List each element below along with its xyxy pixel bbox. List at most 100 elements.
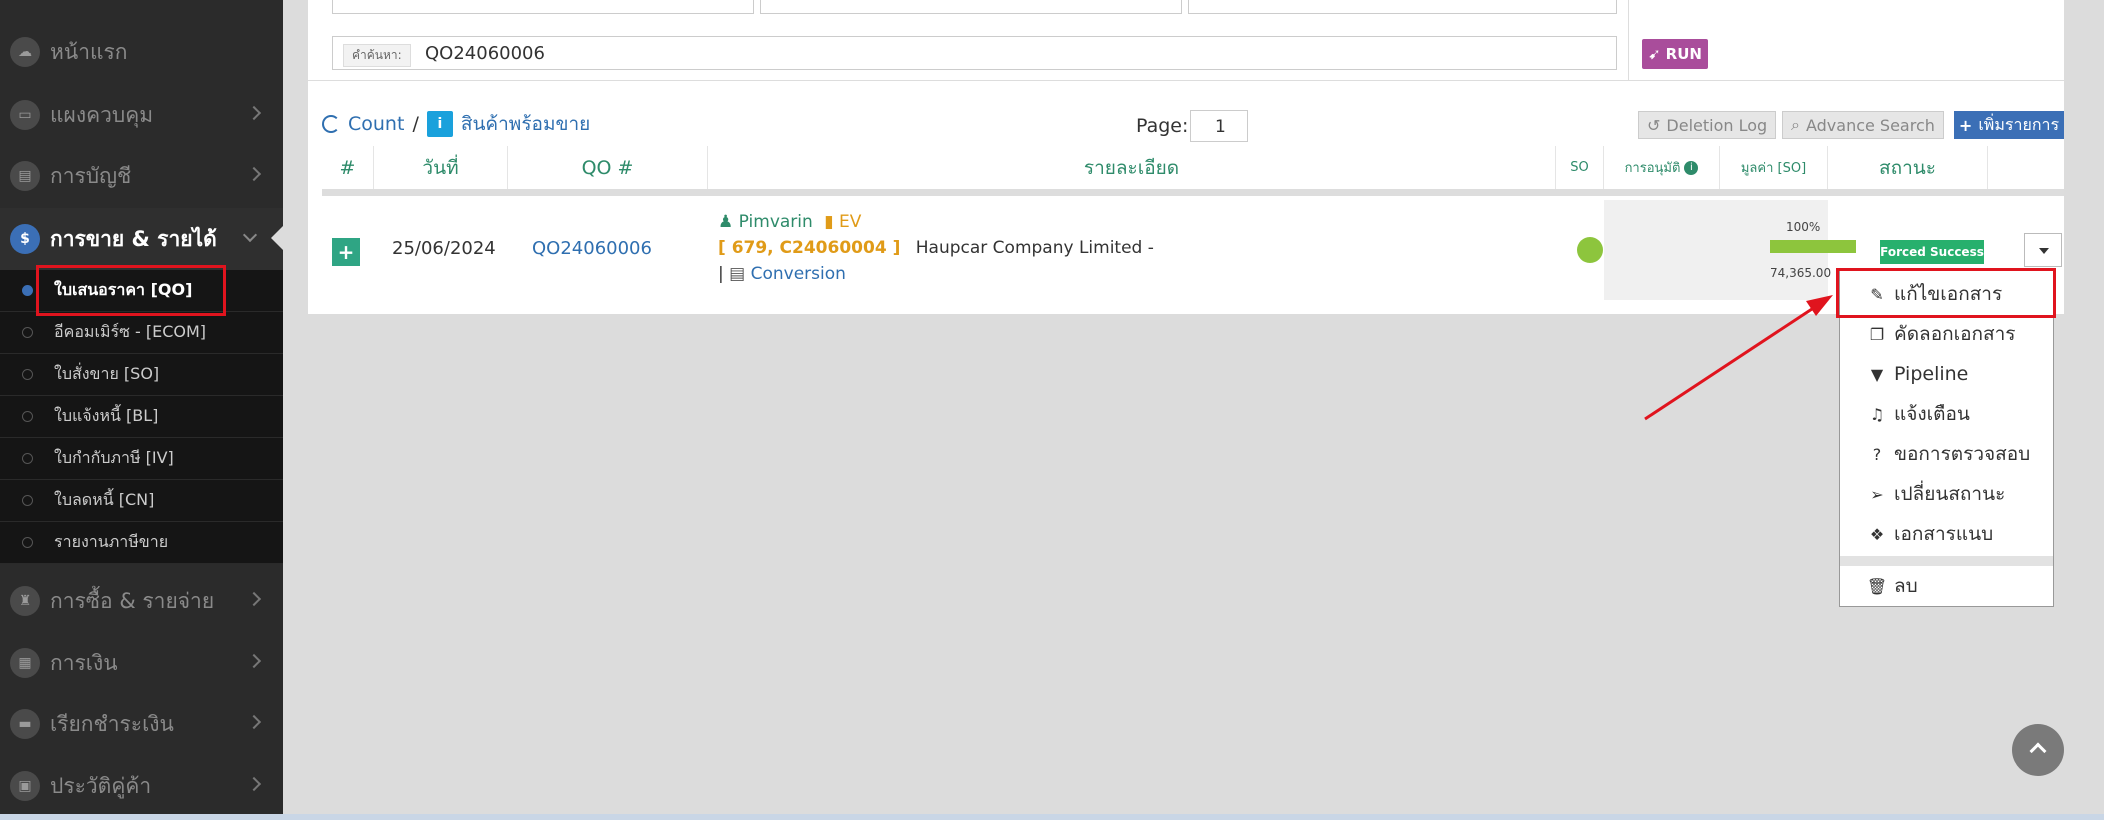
submenu-item-label: ใบสั่งขาย [SO]: [54, 364, 160, 383]
menu-item-attachments[interactable]: ❖ เอกสารแนบ: [1840, 514, 2053, 554]
submenu-item-cn[interactable]: ใบลดหนี้ [CN]: [0, 480, 283, 522]
divider: [1628, 0, 1629, 80]
submenu-item-label: ใบกำกับภาษี [IV]: [54, 448, 174, 467]
submenu-item-label: ใบแจ้งหนี้ [BL]: [54, 406, 159, 425]
menu-item-label: ขอการตรวจสอบ: [1894, 443, 2031, 465]
sidebar-item-billing[interactable]: ▬ เรียกชำระเงิน: [0, 693, 283, 755]
menu-item-label: ลบ: [1894, 575, 1918, 597]
sidebar-item-sales[interactable]: $ การขาย & รายได้: [0, 208, 283, 270]
row-actions-dropdown-button[interactable]: [2024, 233, 2062, 267]
col-header[interactable]: วันที่: [374, 146, 508, 189]
search-input[interactable]: คำค้นหา: QO24060006: [332, 36, 1617, 70]
add-item-button[interactable]: + เพิ่มรายการ: [1954, 111, 2064, 139]
info-icon: i: [426, 111, 453, 137]
bullet-icon: [22, 411, 33, 422]
col-header[interactable]: #: [322, 146, 374, 189]
col-header-label: การอนุมัติ: [1624, 161, 1681, 176]
user-icon: ♟: [718, 212, 734, 232]
bullet-icon: [22, 369, 33, 380]
run-label: RUN: [1665, 45, 1702, 63]
cloud-icon: ☁: [10, 37, 40, 67]
chevron-right-icon: [246, 776, 262, 792]
chevron-right-icon: [246, 653, 262, 669]
bottom-strip: [0, 814, 2104, 820]
submenu-item-label: อีคอมเมิร์ซ - [ECOM]: [54, 322, 207, 341]
sidebar-item-accounting[interactable]: ▤ การบัญชี: [0, 145, 283, 207]
plus-icon: +: [1958, 115, 1973, 135]
submenu-item-so[interactable]: ใบสั่งขาย [SO]: [0, 354, 283, 396]
row-detail: ♟ Pimvarin ▮ EV: [718, 212, 861, 232]
contact-book-icon: ▣: [10, 771, 40, 801]
menu-item-label: เปลี่ยนสถานะ: [1894, 483, 2006, 505]
col-header[interactable]: QO #: [508, 146, 708, 189]
col-header[interactable]: SO: [1556, 146, 1604, 189]
so-status-dot: [1577, 237, 1603, 263]
filter-box[interactable]: [760, 0, 1182, 14]
bullet-icon: [22, 537, 33, 548]
col-header[interactable]: มูลค่า [SO]: [1720, 146, 1828, 189]
sidebar-item-purchases[interactable]: ♜ การซื้อ & รายจ่าย: [0, 570, 283, 632]
chevron-up-icon: [2029, 742, 2047, 760]
submenu-item-ecom[interactable]: อีคอมเมิร์ซ - [ECOM]: [0, 312, 283, 354]
copy-icon: ❐: [1869, 324, 1885, 344]
list-icon: ▤: [729, 264, 746, 284]
page-input[interactable]: 1: [1190, 110, 1248, 142]
count-link[interactable]: Count: [348, 113, 404, 135]
stock-link[interactable]: สินค้าพร้อมขาย: [461, 109, 590, 139]
book-icon: ▤: [10, 161, 40, 191]
menu-item-change-status[interactable]: ➢ เปลี่ยนสถานะ: [1840, 474, 2053, 514]
menu-item-pipeline[interactable]: ▼ Pipeline: [1840, 354, 2053, 394]
deletion-log-button[interactable]: ↺ Deletion Log: [1638, 111, 1777, 139]
search-label: คำค้นหา:: [343, 44, 411, 67]
menu-item-label: Pipeline: [1894, 363, 1969, 385]
menu-item-request-review[interactable]: ? ขอการตรวจสอบ: [1840, 434, 2053, 474]
submenu-item-bl[interactable]: ใบแจ้งหนี้ [BL]: [0, 396, 283, 438]
col-header[interactable]: รายละเอียด: [708, 146, 1556, 189]
row-pipe: |: [718, 264, 724, 284]
info-icon: i: [1684, 160, 1699, 175]
approval-cell: [1604, 200, 1720, 300]
chevron-right-icon: [246, 591, 262, 607]
sidebar-item-finance[interactable]: ▦ การเงิน: [0, 632, 283, 694]
menu-item-delete[interactable]: 🗑 ลบ: [1840, 566, 2053, 606]
question-icon: ?: [1872, 444, 1882, 464]
conversion-link[interactable]: Conversion: [751, 264, 846, 284]
chevron-right-icon: [246, 105, 262, 121]
row-company: Haupcar Company Limited -: [915, 238, 1154, 258]
submenu-item-sales-tax[interactable]: รายงานภาษีขาย: [0, 522, 283, 564]
submenu-item-label: ใบลดหนี้ [CN]: [54, 490, 155, 509]
row-ref[interactable]: [ 679, C24060004 ]: [718, 238, 900, 258]
sidebar-item-home[interactable]: ☁ หน้าแรก: [0, 21, 283, 83]
sidebar-item-dashboard[interactable]: ▭ แผงควบคุม: [0, 84, 283, 146]
menu-separator: [1840, 556, 2053, 566]
monitor-icon: ▭: [10, 100, 40, 130]
menu-item-notify[interactable]: ♫ แจ้งเตือน: [1840, 394, 2053, 434]
sidebar-item-partner-history[interactable]: ▣ ประวัติคู่ค้า: [0, 755, 283, 817]
deletion-log-label: Deletion Log: [1666, 115, 1768, 135]
progress-bar: [1770, 240, 1856, 253]
history-icon: ↺: [1647, 115, 1661, 135]
bullet-icon: [22, 495, 33, 506]
sidebar-item-label: ประวัติคู่ค้า: [50, 773, 152, 798]
search-icon: ⌕: [1791, 115, 1800, 134]
row-date: 25/06/2024: [392, 238, 496, 259]
menu-item-copy[interactable]: ❐ คัดลอกเอกสาร: [1840, 314, 2053, 354]
row-amount: 74,365.00: [1770, 266, 1832, 280]
sidebar-item-label: การขาย & รายได้: [50, 226, 217, 251]
run-button[interactable]: ➹ RUN: [1642, 39, 1708, 69]
filter-box[interactable]: [332, 0, 754, 14]
filter-box[interactable]: [1188, 0, 1617, 14]
divider: [308, 80, 2064, 81]
col-header[interactable]: สถานะ: [1828, 146, 1988, 189]
expand-row-button[interactable]: +: [332, 238, 360, 266]
row-qo-link[interactable]: QO24060006: [532, 238, 652, 259]
row-tag: EV: [838, 212, 862, 232]
receipt-icon: ▮: [824, 212, 834, 232]
col-header[interactable]: การอนุมัติ i: [1604, 146, 1720, 189]
table-row: + 25/06/2024 QO24060006 ♟ Pimvarin ▮ EV …: [322, 200, 2064, 300]
sidebar-item-label: เรียกชำระเงิน: [50, 711, 174, 736]
filter-icon: ▼: [1870, 364, 1884, 384]
advance-search-button[interactable]: ⌕ Advance Search: [1782, 111, 1944, 139]
scroll-to-top-button[interactable]: [2012, 724, 2064, 776]
submenu-item-iv[interactable]: ใบกำกับภาษี [IV]: [0, 438, 283, 480]
